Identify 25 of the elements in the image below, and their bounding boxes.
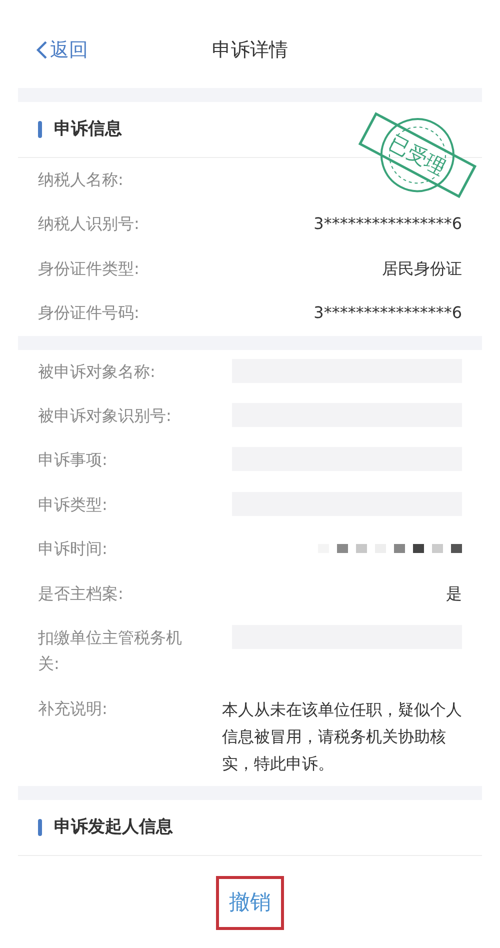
field-label: 纳税人识别号:: [38, 213, 140, 236]
field-label: 补充说明:: [38, 698, 108, 720]
field-value: 3****************6: [314, 302, 462, 324]
field-value: 居民身份证: [382, 258, 462, 280]
back-button[interactable]: 返回: [18, 36, 88, 64]
section-marker: [38, 121, 42, 138]
field-label: 扣缴单位主管税务机关:: [38, 626, 183, 676]
page-title: 申诉详情: [212, 38, 288, 63]
field-label: 身份证件号码:: [38, 302, 140, 324]
field-label: 身份证件类型:: [38, 258, 140, 280]
field-value: 是: [446, 582, 462, 605]
section-title: 申诉发起人信息: [54, 816, 173, 839]
section-marker: [38, 819, 42, 836]
section-title: 申诉信息: [54, 118, 122, 141]
chevron-left-icon: [36, 40, 48, 60]
field-label: 纳税人名称:: [38, 169, 124, 191]
field-label: 申诉事项:: [38, 449, 108, 472]
field-label: 申诉时间:: [38, 538, 108, 560]
field-label: 被申诉对象识别号:: [38, 404, 172, 427]
field-label: 申诉类型:: [38, 494, 108, 516]
field-value: 本人从未在该单位任职，疑似个人信息被冒用，请税务机关协助核实，特此申诉。: [222, 698, 462, 776]
field-label: 被申诉对象名称:: [38, 360, 156, 383]
cancel-button[interactable]: 撤销: [216, 876, 284, 930]
field-value: 3****************6: [314, 213, 462, 236]
field-label: 是否主档案:: [38, 582, 124, 605]
